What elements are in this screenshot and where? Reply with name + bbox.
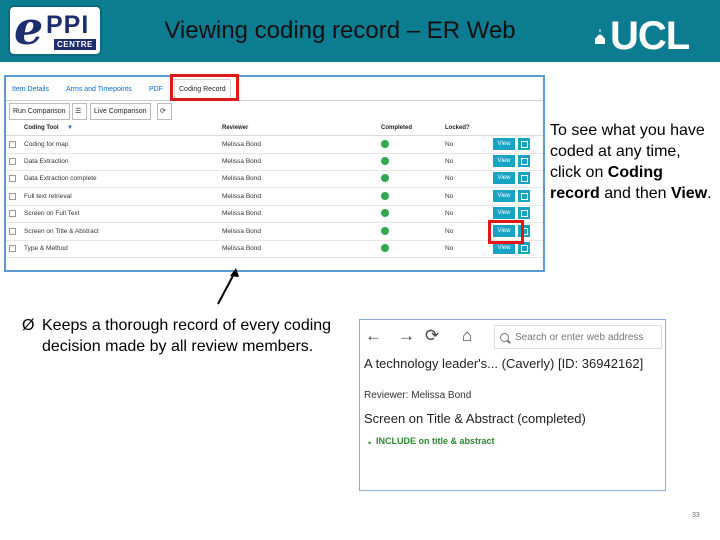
view-button[interactable]: View — [493, 172, 515, 184]
arrow-bullet-icon: Ø — [22, 317, 35, 334]
row-reviewer: Melissa Bond — [222, 228, 262, 235]
row-coding-tool: Screen on Title & Abstract — [24, 228, 99, 235]
view-button[interactable]: View — [493, 207, 515, 219]
table-row: Data Extraction Melissa Bond No View — [6, 153, 543, 171]
row-coding-tool: Data Extraction — [24, 158, 69, 165]
row-reviewer: Melissa Bond — [222, 193, 262, 200]
edit-icon[interactable] — [518, 190, 530, 202]
bullet-point: Ø Keeps a thorough record of every codin… — [22, 315, 342, 357]
back-icon[interactable]: ← — [365, 326, 382, 346]
callout-part2: and then — [599, 185, 671, 202]
record-reviewer: Reviewer: Melissa Bond — [364, 390, 472, 401]
row-reviewer: Melissa Bond — [222, 158, 262, 165]
callout-view: View — [670, 185, 708, 202]
grid-header: Coding Tool ▼ Reviewer Completed Locked? — [6, 121, 543, 136]
completed-check-icon — [381, 157, 389, 165]
view-button[interactable]: View — [493, 155, 515, 167]
completed-check-icon — [381, 209, 389, 217]
row-reviewer: Melissa Bond — [222, 175, 262, 182]
completed-check-icon — [381, 140, 389, 148]
eppi-centre-logo: e PPI CENTRE — [8, 1, 102, 56]
table-row: Data Extraction complete Melissa Bond No… — [6, 170, 543, 188]
run-comparison-button[interactable]: Run Comparison — [9, 103, 70, 120]
coding-record-highlight — [170, 74, 239, 101]
view-button[interactable]: View — [493, 190, 515, 202]
table-row: Screen on Full Text Melissa Bond No View — [6, 205, 543, 223]
col-completed[interactable]: Completed — [381, 125, 412, 131]
table-row: Screen on Title & Abstract Melissa Bond … — [6, 223, 543, 241]
tab-pdf[interactable]: PDF — [149, 80, 163, 100]
edit-icon[interactable] — [518, 138, 530, 150]
col-reviewer[interactable]: Reviewer — [222, 125, 248, 131]
record-title: A technology leader's... (Caverly) [ID: … — [364, 356, 644, 371]
slide-title: Viewing coding record – ER Web — [164, 17, 516, 44]
row-reviewer: Melissa Bond — [222, 141, 262, 148]
completed-check-icon — [381, 192, 389, 200]
row-coding-tool: Full text retrieval — [24, 193, 72, 200]
bullet-text: Keeps a thorough record of every coding … — [42, 317, 332, 355]
row-locked: No — [445, 228, 454, 235]
row-checkbox[interactable] — [9, 158, 16, 165]
col-locked[interactable]: Locked? — [445, 125, 470, 131]
view-button[interactable]: View — [493, 138, 515, 150]
forward-icon[interactable]: → — [398, 326, 415, 346]
list-icon[interactable]: ☰ — [72, 103, 87, 120]
completed-check-icon — [381, 174, 389, 182]
search-icon — [500, 333, 509, 342]
record-tool: Screen on Title & Abstract (completed) — [364, 411, 586, 426]
reload-icon[interactable]: ⟳ — [425, 326, 439, 346]
ucl-logo: UCL — [610, 14, 690, 58]
row-checkbox[interactable] — [9, 141, 16, 148]
callout-text: To see what you have coded at any time, … — [550, 120, 715, 204]
filter-icon[interactable]: ▼ — [67, 125, 73, 131]
table-row: Coding for map Melissa Bond No View — [6, 136, 543, 154]
row-locked: No — [445, 175, 454, 182]
row-checkbox[interactable] — [9, 193, 16, 200]
view-button-highlight — [488, 220, 524, 244]
row-coding-tool: Coding for map — [24, 141, 69, 148]
logo-centre: CENTRE — [54, 39, 96, 50]
edit-icon[interactable] — [518, 172, 530, 184]
row-locked: No — [445, 193, 454, 200]
logo-ppi: PPI — [46, 11, 90, 39]
col-coding-tool[interactable]: Coding Tool — [24, 125, 59, 131]
ucl-dome-icon — [595, 29, 605, 44]
row-coding-tool: Data Extraction complete — [24, 175, 97, 182]
edit-icon[interactable] — [518, 155, 530, 167]
completed-check-icon — [381, 244, 389, 252]
live-comparison-button[interactable]: Live Comparison — [90, 103, 151, 120]
table-row: Full text retrieval Melissa Bond No View — [6, 188, 543, 206]
row-reviewer: Melissa Bond — [222, 245, 262, 252]
address-bar[interactable]: Search or enter web address — [494, 325, 662, 349]
tab-arms-and-timepoints[interactable]: Arms and Timepoints — [66, 80, 132, 100]
completed-check-icon — [381, 227, 389, 235]
row-reviewer: Melissa Bond — [222, 210, 262, 217]
address-placeholder: Search or enter web address — [515, 332, 644, 343]
row-coding-tool: Type & Method — [24, 245, 68, 252]
tab-item-details[interactable]: Item Details — [12, 80, 49, 100]
callout-part3: . — [707, 185, 712, 202]
row-locked: No — [445, 141, 454, 148]
row-coding-tool: Screen on Full Text — [24, 210, 80, 217]
page-number: 33 — [692, 512, 700, 519]
row-checkbox[interactable] — [9, 245, 16, 252]
row-checkbox[interactable] — [9, 210, 16, 217]
include-bullet: • — [368, 438, 372, 448]
home-icon[interactable]: ⌂ — [462, 326, 472, 346]
refresh-icon[interactable]: ⟳ — [157, 103, 172, 120]
row-locked: No — [445, 210, 454, 217]
logo-e: e — [14, 1, 44, 55]
edit-icon[interactable] — [518, 207, 530, 219]
row-locked: No — [445, 245, 454, 252]
include-code: INCLUDE on title & abstract — [376, 436, 495, 446]
row-locked: No — [445, 158, 454, 165]
tab-divider — [6, 100, 543, 101]
row-checkbox[interactable] — [9, 175, 16, 182]
table-row: Type & Method Melissa Bond No View — [6, 240, 543, 258]
row-checkbox[interactable] — [9, 228, 16, 235]
